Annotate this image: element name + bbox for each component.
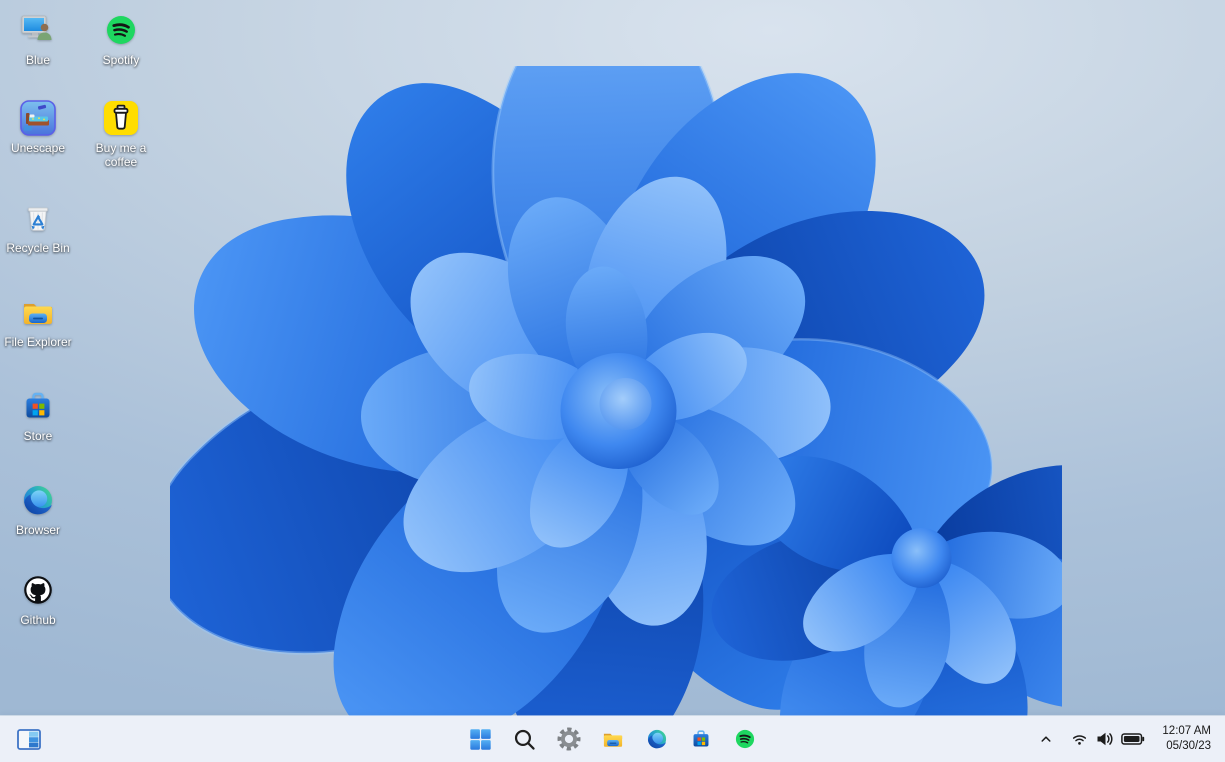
tray-chevron-button[interactable]	[1032, 720, 1060, 758]
spotify-button[interactable]	[726, 720, 764, 758]
desktop-icon-github[interactable]: Github	[0, 568, 77, 629]
coffee-cup-icon	[104, 101, 138, 135]
desktop-icon-file-explorer[interactable]: File Explorer	[0, 290, 77, 351]
start-button[interactable]	[462, 720, 500, 758]
recycle-bin-icon	[28, 207, 48, 231]
gear-icon	[557, 727, 580, 751]
folder-icon	[603, 733, 622, 747]
battery-icon	[1121, 733, 1145, 745]
taskbar: 12:07 AM 05/30/23	[0, 716, 1225, 762]
desktop-icon-label: Recycle Bin	[6, 241, 70, 255]
desktop-icon-blue[interactable]: Blue	[0, 8, 77, 69]
volume-icon	[1097, 732, 1113, 746]
windows-start-icon	[470, 728, 491, 750]
desktop-icon-store[interactable]: Store	[0, 384, 77, 445]
wifi-icon	[1073, 735, 1087, 745]
desktop-icon-buy-me-a-coffee[interactable]: Buy me a coffee	[82, 96, 160, 171]
desktop-icon-label: Store	[23, 429, 53, 443]
desktop: Blue Spotify Unescape Buy me a coffee Re…	[0, 0, 1225, 762]
remote-desktop-icon	[21, 15, 52, 40]
desktop-icon-browser[interactable]: Browser	[0, 478, 77, 539]
widgets-button[interactable]	[10, 720, 48, 758]
spotify-icon	[735, 729, 754, 749]
edge-browser-icon	[647, 729, 666, 749]
search-button[interactable]	[506, 720, 544, 758]
clock-date: 05/30/23	[1166, 740, 1211, 752]
edge-button[interactable]	[638, 720, 676, 758]
clock-button[interactable]: 12:07 AM 05/30/23	[1156, 720, 1221, 758]
desktop-icon-label: Spotify	[102, 53, 140, 67]
search-icon	[514, 729, 535, 750]
store-button[interactable]	[682, 720, 720, 758]
folder-icon	[24, 304, 52, 324]
unescape-game-icon	[20, 100, 56, 136]
desktop-icon-recycle-bin[interactable]: Recycle Bin	[0, 196, 77, 257]
system-tray: 12:07 AM 05/30/23	[1032, 716, 1221, 762]
microsoft-store-icon	[693, 730, 708, 747]
desktop-icon-unescape[interactable]: Unescape	[0, 96, 77, 157]
desktop-icon-label: Buy me a coffee	[95, 141, 147, 170]
desktop-icon-label: Unescape	[10, 141, 66, 155]
chevron-up-icon	[1041, 736, 1051, 742]
quick-settings-button[interactable]	[1062, 720, 1154, 758]
desktop-icon-label: Github	[20, 613, 56, 627]
desktop-icon-spotify[interactable]: Spotify	[82, 8, 160, 69]
settings-button[interactable]	[550, 720, 588, 758]
microsoft-store-icon	[26, 392, 50, 418]
taskbar-center-apps	[462, 720, 764, 758]
desktop-icon-label: Blue	[25, 53, 51, 67]
desktop-icon-label: Browser	[15, 523, 60, 537]
task-panel-icon	[17, 728, 41, 750]
clock-time: 12:07 AM	[1162, 725, 1211, 737]
desktop-icon-label: File Explorer	[4, 335, 72, 349]
wallpaper-bloom-image	[170, 66, 1062, 716]
github-icon	[24, 576, 52, 604]
edge-browser-icon	[24, 486, 52, 515]
file-explorer-button[interactable]	[594, 720, 632, 758]
spotify-icon	[107, 16, 135, 44]
